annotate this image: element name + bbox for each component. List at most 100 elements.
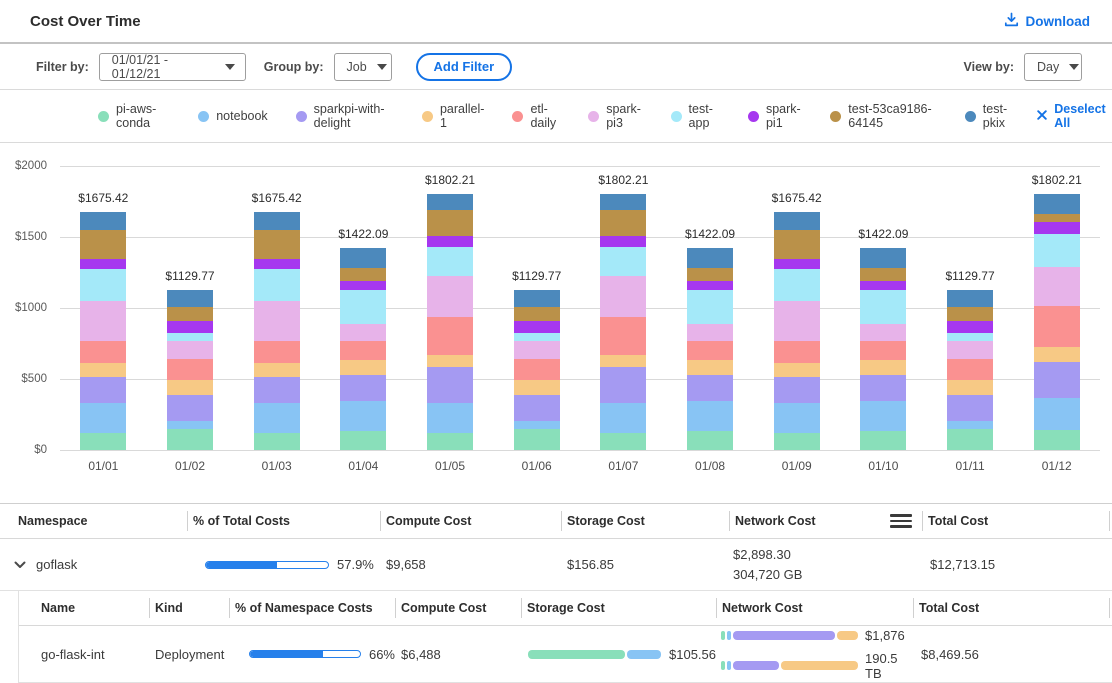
bar-segment-test-pkix[interactable]	[947, 290, 993, 307]
bar-segment-sparkpi-with-delight[interactable]	[600, 367, 646, 402]
group-by-select[interactable]: Job	[334, 53, 392, 81]
bar-segment-test-53ca9186-64145[interactable]	[947, 307, 993, 321]
namespace-cell[interactable]: goflask	[0, 557, 187, 573]
bar-segment-test-53ca9186-64145[interactable]	[600, 210, 646, 236]
bar-segment-etl-daily[interactable]	[80, 341, 126, 363]
legend-item-pi-aws-conda[interactable]: pi-aws-conda	[98, 102, 170, 130]
bar-segment-test-53ca9186-64145[interactable]	[427, 210, 473, 236]
bar-segment-notebook[interactable]	[600, 403, 646, 433]
bar-segment-test-app[interactable]	[774, 269, 820, 301]
legend-item-test-53ca9186-64145[interactable]: test-53ca9186-64145	[830, 102, 937, 130]
bar-segment-spark-pi3[interactable]	[514, 341, 560, 359]
bar-segment-test-pkix[interactable]	[340, 248, 386, 268]
bar-segment-parallel-1[interactable]	[687, 360, 733, 375]
bar-segment-test-53ca9186-64145[interactable]	[687, 268, 733, 281]
bar-segment-test-app[interactable]	[1034, 234, 1080, 267]
bar-segment-test-app[interactable]	[254, 269, 300, 301]
bar-segment-spark-pi3[interactable]	[167, 341, 213, 359]
bar-segment-test-app[interactable]	[947, 333, 993, 341]
bar-segment-parallel-1[interactable]	[774, 363, 820, 377]
bar-segment-spark-pi3[interactable]	[340, 324, 386, 341]
bar-segment-spark-pi3[interactable]	[427, 276, 473, 317]
bar-01/10[interactable]: $1422.09	[840, 166, 927, 450]
bar-segment-pi-aws-conda[interactable]	[774, 433, 820, 450]
bar-segment-test-app[interactable]	[514, 333, 560, 341]
bar-segment-spark-pi3[interactable]	[687, 324, 733, 341]
bar-segment-sparkpi-with-delight[interactable]	[1034, 362, 1080, 398]
bar-segment-spark-pi1[interactable]	[860, 281, 906, 291]
bar-segment-parallel-1[interactable]	[340, 360, 386, 375]
bar-segment-test-pkix[interactable]	[600, 194, 646, 210]
bar-segment-notebook[interactable]	[80, 403, 126, 432]
bar-segment-etl-daily[interactable]	[860, 341, 906, 360]
bar-segment-spark-pi1[interactable]	[774, 259, 820, 269]
bar-segment-spark-pi3[interactable]	[254, 301, 300, 341]
bar-01/06[interactable]: $1129.77	[493, 166, 580, 450]
bar-segment-etl-daily[interactable]	[514, 359, 560, 380]
bar-segment-test-pkix[interactable]	[774, 212, 820, 230]
bar-segment-notebook[interactable]	[774, 403, 820, 432]
bar-segment-notebook[interactable]	[1034, 398, 1080, 430]
legend-item-sparkpi-with-delight[interactable]: sparkpi-with-delight	[296, 102, 394, 130]
legend-item-etl-daily[interactable]: etl-daily	[512, 102, 560, 130]
legend-item-test-app[interactable]: test-app	[671, 102, 720, 130]
bar-segment-test-pkix[interactable]	[687, 248, 733, 268]
bar-01/04[interactable]: $1422.09	[320, 166, 407, 450]
bar-segment-sparkpi-with-delight[interactable]	[80, 377, 126, 404]
bar-segment-test-53ca9186-64145[interactable]	[860, 268, 906, 281]
bar-segment-etl-daily[interactable]	[340, 341, 386, 360]
bar-01/12[interactable]: $1802.21	[1013, 166, 1100, 450]
bar-segment-sparkpi-with-delight[interactable]	[947, 395, 993, 422]
bar-segment-parallel-1[interactable]	[514, 380, 560, 394]
bar-segment-test-app[interactable]	[167, 333, 213, 341]
bar-segment-etl-daily[interactable]	[1034, 306, 1080, 346]
bar-segment-test-53ca9186-64145[interactable]	[167, 307, 213, 321]
bar-segment-test-53ca9186-64145[interactable]	[1034, 214, 1080, 223]
bar-segment-etl-daily[interactable]	[167, 359, 213, 380]
legend-item-spark-pi1[interactable]: spark-pi1	[748, 102, 802, 130]
bar-segment-spark-pi3[interactable]	[600, 276, 646, 317]
bar-segment-pi-aws-conda[interactable]	[514, 429, 560, 450]
bar-segment-parallel-1[interactable]	[80, 363, 126, 377]
bar-segment-test-53ca9186-64145[interactable]	[254, 230, 300, 259]
bar-segment-pi-aws-conda[interactable]	[1034, 430, 1080, 450]
bar-segment-spark-pi1[interactable]	[427, 236, 473, 247]
bar-segment-spark-pi1[interactable]	[254, 259, 300, 269]
bar-segment-sparkpi-with-delight[interactable]	[860, 375, 906, 402]
bar-segment-sparkpi-with-delight[interactable]	[514, 395, 560, 422]
bar-01/07[interactable]: $1802.21	[580, 166, 667, 450]
bar-segment-etl-daily[interactable]	[774, 341, 820, 363]
bar-segment-parallel-1[interactable]	[600, 355, 646, 367]
bar-segment-parallel-1[interactable]	[860, 360, 906, 375]
bar-segment-notebook[interactable]	[427, 403, 473, 433]
bar-segment-notebook[interactable]	[947, 421, 993, 429]
bar-segment-test-app[interactable]	[427, 247, 473, 276]
add-filter-button[interactable]: Add Filter	[416, 53, 513, 81]
bar-segment-notebook[interactable]	[340, 401, 386, 431]
deselect-all-button[interactable]: Deselect All	[1037, 102, 1112, 130]
bar-segment-notebook[interactable]	[254, 403, 300, 432]
bar-segment-spark-pi3[interactable]	[947, 341, 993, 359]
view-by-select[interactable]: Day	[1024, 53, 1082, 81]
bar-segment-parallel-1[interactable]	[1034, 347, 1080, 362]
bar-segment-spark-pi1[interactable]	[600, 236, 646, 247]
bar-segment-pi-aws-conda[interactable]	[600, 433, 646, 450]
bar-segment-pi-aws-conda[interactable]	[687, 431, 733, 449]
legend-item-spark-pi3[interactable]: spark-pi3	[588, 102, 642, 130]
bar-segment-test-pkix[interactable]	[167, 290, 213, 307]
bar-segment-pi-aws-conda[interactable]	[80, 433, 126, 450]
bar-01/08[interactable]: $1422.09	[667, 166, 754, 450]
bar-segment-spark-pi3[interactable]	[1034, 267, 1080, 306]
bar-segment-test-app[interactable]	[80, 269, 126, 301]
bar-segment-sparkpi-with-delight[interactable]	[427, 367, 473, 402]
bar-segment-etl-daily[interactable]	[687, 341, 733, 360]
bar-segment-notebook[interactable]	[687, 401, 733, 431]
bar-segment-test-app[interactable]	[687, 290, 733, 324]
bar-segment-spark-pi1[interactable]	[167, 321, 213, 333]
column-settings-icon[interactable]	[890, 514, 912, 528]
bar-segment-test-pkix[interactable]	[514, 290, 560, 307]
bar-segment-notebook[interactable]	[167, 421, 213, 429]
bar-segment-test-pkix[interactable]	[254, 212, 300, 230]
bar-segment-test-app[interactable]	[860, 290, 906, 324]
bar-segment-spark-pi1[interactable]	[80, 259, 126, 269]
